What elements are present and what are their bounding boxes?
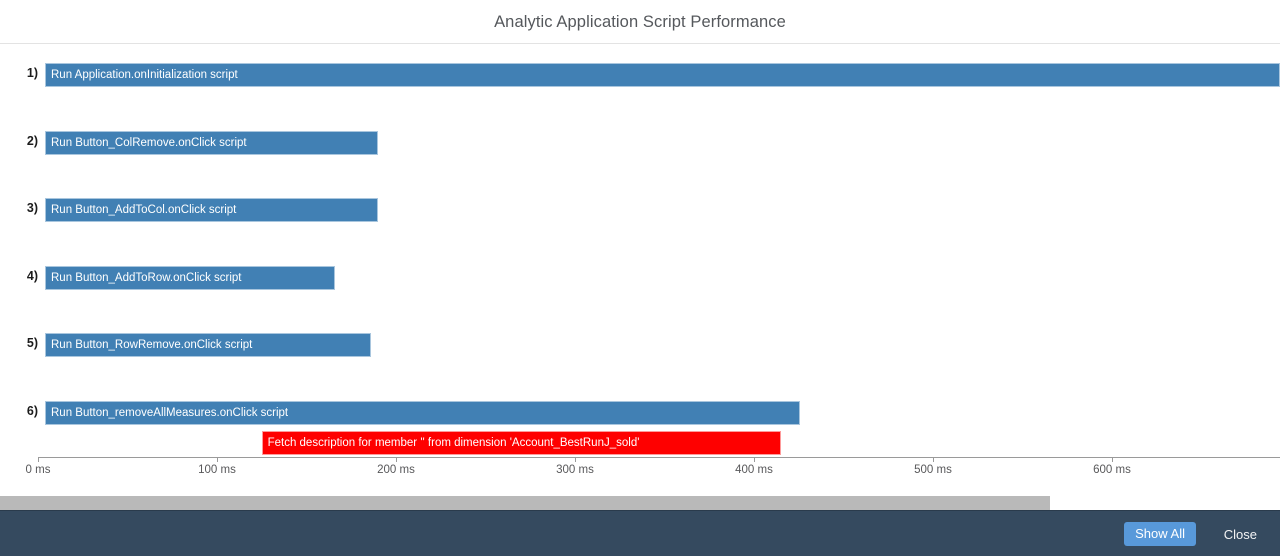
chart-row: 4) Run Button_AddToRow.onClick script: [0, 248, 1280, 316]
horizontal-scrollbar[interactable]: [0, 496, 1280, 510]
gantt-subbar-error[interactable]: Fetch description for member '' from dim…: [261, 430, 781, 455]
row-index-label: 2): [26, 133, 38, 148]
axis-tick-label: 0 ms: [25, 464, 51, 476]
row-index-label: 1): [26, 66, 38, 80]
gantt-bar-label: Run Button_RowRemove.onClick script: [51, 339, 253, 351]
dialog-header: Analytic Application Script Performance: [0, 0, 1280, 44]
gantt-bar[interactable]: Run Button_AddToRow.onClick script: [45, 265, 335, 290]
axis-tick: [396, 457, 397, 462]
axis-tick: [575, 457, 576, 462]
gantt-bar-label: Run Application.onInitialization script: [51, 69, 238, 81]
script-performance-dialog: Analytic Application Script Performance …: [0, 0, 1280, 556]
axis-tick: [754, 457, 755, 462]
gantt-bar[interactable]: Run Button_removeAllMeasures.onClick scr…: [45, 400, 801, 425]
axis-tick: [38, 457, 39, 462]
row-index-label: 5): [26, 336, 38, 350]
time-axis: 0 ms 100 ms 200 ms 300 ms 400 ms 500 ms 600 ms: [0, 457, 1280, 483]
row-index-label: 3): [26, 201, 38, 215]
row-index-label: 6): [26, 403, 38, 418]
chart-row: 2) Run Button_ColRemove.onClick script: [0, 113, 1280, 181]
axis-tick-label: 600 ms: [1093, 464, 1131, 476]
row-index-label: 4): [26, 268, 38, 283]
chart-row: 3) Run Button_AddToCol.onClick script: [0, 180, 1280, 248]
gantt-bar-label: Run Button_ColRemove.onClick script: [51, 136, 247, 149]
gantt-bar-label: Run Button_removeAllMeasures.onClick scr…: [51, 406, 289, 419]
axis-tick: [933, 457, 934, 462]
gantt-bar-label: Run Button_AddToRow.onClick script: [51, 271, 242, 284]
chart-row: 1) Run Application.onInitialization scrip…: [0, 45, 1280, 113]
axis-tick-label: 200 ms: [377, 464, 415, 476]
gantt-bar-label: Run Button_AddToCol.onClick script: [51, 204, 237, 216]
close-button[interactable]: Close: [1218, 522, 1263, 546]
dialog-footer: Show All Close: [0, 510, 1280, 556]
axis-tick-label: 100 ms: [198, 464, 236, 476]
axis-line: [38, 457, 1280, 458]
chart-row: 6) Run Button_removeAllMeasures.onClick s…: [0, 383, 1280, 455]
gantt-bar[interactable]: Run Button_RowRemove.onClick script: [45, 333, 371, 357]
axis-tick-label: 300 ms: [556, 464, 594, 476]
page-title: Analytic Application Script Performance: [494, 13, 786, 31]
gantt-bar[interactable]: Run Application.onInitialization script: [45, 63, 1280, 87]
gantt-chart: 1) Run Application.onInitialization scrip…: [0, 45, 1280, 488]
gantt-bar[interactable]: Run Button_ColRemove.onClick script: [45, 130, 378, 155]
chart-row: 5) Run Button_RowRemove.onClick script: [0, 315, 1280, 383]
gantt-subbar-label: Fetch description for member '' from dim…: [267, 436, 640, 449]
axis-tick-label: 500 ms: [914, 464, 952, 476]
axis-tick: [1112, 457, 1113, 462]
scrollbar-thumb[interactable]: [0, 496, 1050, 510]
show-all-button[interactable]: Show All: [1124, 522, 1196, 546]
axis-tick-label: 400 ms: [735, 464, 773, 476]
gantt-bar[interactable]: Run Button_AddToCol.onClick script: [45, 198, 378, 222]
axis-tick: [217, 457, 218, 462]
